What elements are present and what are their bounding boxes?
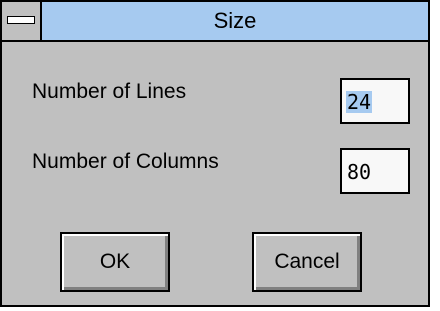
- system-menu-icon: [7, 16, 35, 24]
- columns-label: Number of Columns: [32, 150, 219, 173]
- cancel-button[interactable]: Cancel: [252, 232, 362, 292]
- size-dialog: Size Number of Lines 24 Number of Column…: [0, 0, 430, 307]
- ok-button[interactable]: OK: [60, 232, 170, 292]
- lines-value: 24: [346, 90, 373, 114]
- dialog-title: Size: [213, 8, 257, 33]
- columns-input[interactable]: 80: [340, 148, 410, 194]
- system-menu-button[interactable]: [2, 2, 42, 40]
- lines-label: Number of Lines: [32, 80, 187, 103]
- columns-value: 80: [347, 160, 372, 184]
- lines-input[interactable]: 24: [340, 78, 410, 124]
- title-bar: Size: [2, 2, 428, 42]
